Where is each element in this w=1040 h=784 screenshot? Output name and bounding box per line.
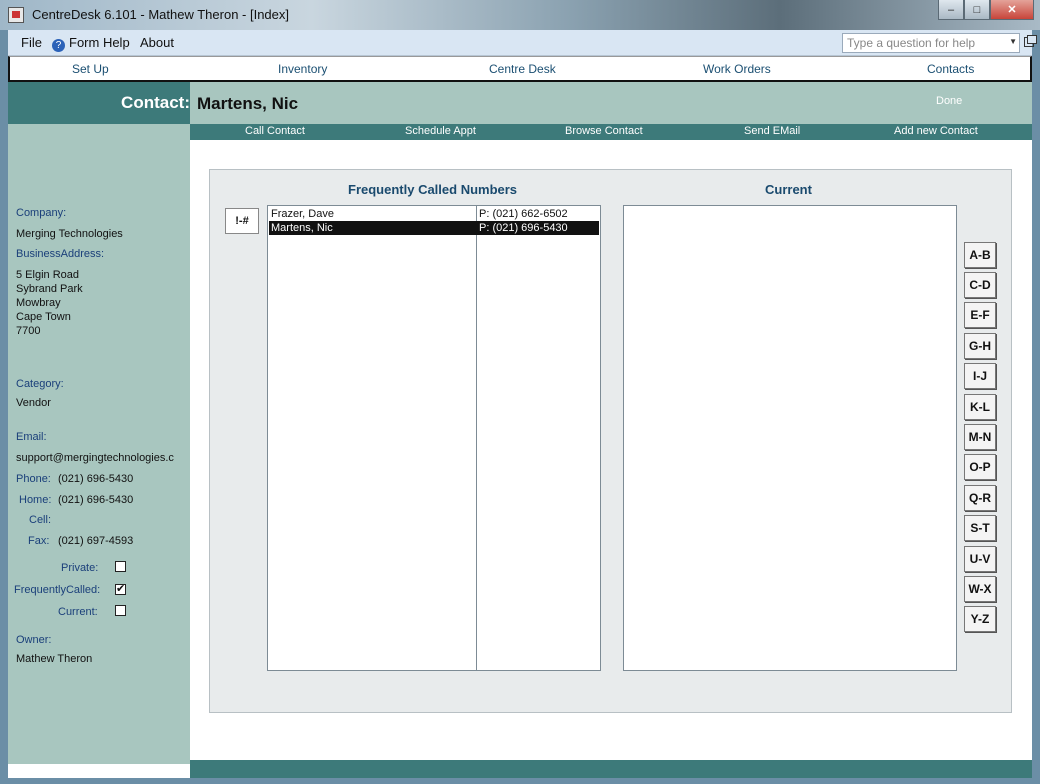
maximize-button[interactable]: □ [964, 0, 990, 20]
dropdown-arrow-icon[interactable]: ▼ [1009, 37, 1017, 46]
nav-contacts[interactable]: Contacts [927, 62, 974, 76]
restore-window-icon[interactable] [1024, 35, 1037, 47]
nav-inventory[interactable]: Inventory [278, 62, 327, 76]
email-value[interactable]: support@mergingtechnologies.c [16, 452, 174, 464]
private-checkbox[interactable] [115, 561, 126, 572]
alpha-filter-button[interactable]: W-X [964, 576, 996, 602]
help-icon: ? [52, 39, 65, 52]
alpha-filter-button[interactable]: O-P [964, 454, 996, 480]
bottom-bar [190, 760, 1032, 778]
address-line: 7700 [16, 325, 41, 337]
fax-value: (021) 697-4593 [58, 535, 134, 547]
action-bar: Call Contact Schedule Appt Browse Contac… [190, 124, 1032, 140]
symbol-filter-button[interactable]: !-# [225, 208, 259, 234]
alpha-filter-button[interactable]: A-B [964, 242, 996, 268]
fax-label: Fax: [28, 535, 50, 547]
nav-work-orders[interactable]: Work Orders [703, 62, 771, 76]
schedule-appt-button[interactable]: Schedule Appt [405, 125, 476, 137]
address-line: Cape Town [16, 311, 71, 323]
contact-header: Contact: Martens, Nic Done [8, 82, 1032, 124]
list-item-phone: P: (021) 662-6502 [479, 208, 568, 220]
menu-about[interactable]: About [140, 35, 174, 50]
browse-contact-button[interactable]: Browse Contact [565, 125, 643, 137]
alpha-filter-button[interactable]: C-D [964, 272, 996, 298]
frequently-called-checkbox[interactable] [115, 582, 126, 595]
owner-value: Mathew Theron [16, 653, 93, 665]
private-label: Private: [61, 562, 99, 574]
home-value: (021) 696-5430 [58, 494, 134, 506]
frequently-called-list[interactable]: Frazer, Dave P: (021) 662-6502 Martens, … [267, 205, 601, 671]
company-label: Company: [16, 207, 67, 219]
call-contact-button[interactable]: Call Contact [245, 125, 305, 137]
contact-name: Martens, Nic [197, 94, 299, 113]
menu-form-help[interactable]: ? Form Help [52, 35, 130, 52]
alpha-filter-button[interactable]: G-H [964, 333, 996, 359]
contacts-panel: Frequently Called Numbers Current !-# Fr… [209, 169, 1012, 713]
close-button[interactable]: ✕ [990, 0, 1034, 20]
menu-file[interactable]: File [21, 35, 42, 50]
category-value: Vendor [16, 397, 51, 409]
phone-value: (021) 696-5430 [58, 473, 134, 485]
nav-centre-desk[interactable]: Centre Desk [489, 62, 556, 76]
help-question-box[interactable]: Type a question for help ▼ [842, 33, 1020, 53]
list-item[interactable]: Frazer, Dave P: (021) 662-6502 [269, 207, 599, 221]
alpha-filter-button[interactable]: Y-Z [964, 606, 996, 632]
category-label: Category: [16, 378, 64, 390]
main-navigation: Set Up Inventory Centre Desk Work Orders… [8, 56, 1032, 82]
minimize-button[interactable]: – [938, 0, 964, 20]
frequently-called-title: Frequently Called Numbers [348, 182, 518, 197]
phone-label: Phone: [16, 473, 51, 485]
owner-label: Owner: [16, 634, 52, 646]
alpha-filter-button[interactable]: K-L [964, 394, 996, 420]
nav-setup[interactable]: Set Up [72, 62, 109, 76]
alpha-filter-button[interactable]: I-J [964, 363, 996, 389]
address-line: Mowbray [16, 297, 61, 309]
frequently-called-label: FrequentlyCalled: [14, 584, 101, 596]
window-title: CentreDesk 6.101 - Mathew Theron - [Inde… [32, 7, 289, 22]
alpha-filter-button[interactable]: S-T [964, 515, 996, 541]
send-email-button[interactable]: Send EMail [744, 125, 800, 137]
alpha-filter-button[interactable]: M-N [964, 424, 996, 450]
home-label: Home: [19, 494, 52, 506]
cell-label: Cell: [29, 514, 52, 526]
done-button[interactable]: Done [936, 95, 962, 107]
list-item-name: Martens, Nic [271, 222, 333, 234]
column-divider [476, 206, 477, 670]
current-label: Current: [58, 606, 98, 618]
address-line: 5 Elgin Road [16, 269, 79, 281]
alpha-filter-button[interactable]: Q-R [964, 485, 996, 511]
client-area: Set Up Inventory Centre Desk Work Orders… [8, 56, 1032, 778]
alpha-filter-button[interactable]: U-V [964, 546, 996, 572]
current-checkbox[interactable] [115, 605, 126, 616]
title-bar: CentreDesk 6.101 - Mathew Theron - [Inde… [0, 0, 1040, 30]
current-title: Current [765, 182, 812, 197]
menu-bar: File ? Form Help About Type a question fo… [8, 30, 1037, 56]
address-label: BusinessAddress: [16, 248, 105, 260]
list-item-name: Frazer, Dave [271, 208, 334, 220]
list-item[interactable]: Martens, Nic P: (021) 696-5430 [269, 221, 599, 235]
add-new-contact-button[interactable]: Add new Contact [894, 125, 978, 137]
current-list[interactable] [623, 205, 957, 671]
address-line: Sybrand Park [16, 283, 83, 295]
company-value: Merging Technologies [16, 228, 123, 240]
contact-label: Contact: [121, 93, 190, 112]
window-controls: – □ ✕ [938, 0, 1034, 20]
app-icon[interactable] [8, 7, 24, 23]
list-item-phone: P: (021) 696-5430 [479, 222, 568, 234]
alpha-filter-button[interactable]: E-F [964, 302, 996, 328]
email-label: Email: [16, 431, 47, 443]
contact-details-sidebar: Company: Merging Technologies BusinessAd… [8, 124, 190, 764]
